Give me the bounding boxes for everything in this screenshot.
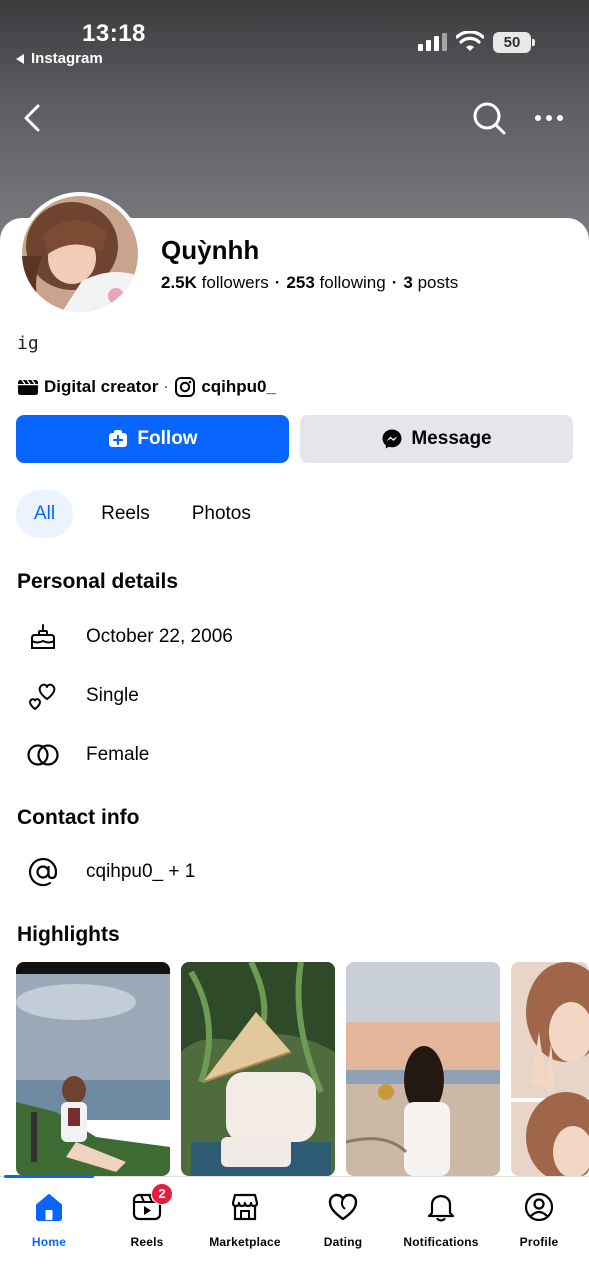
clapperboard-icon [18,379,38,395]
gender-text: Female [86,744,150,765]
following-label[interactable]: following [320,273,386,292]
personal-details-title: Personal details [17,570,179,593]
battery-level: 50 [493,32,531,53]
back-chevron-icon[interactable] [18,100,48,136]
birthday-text: October 22, 2006 [86,626,233,647]
at-sign-icon [24,853,62,891]
nav-dating[interactable]: Dating [294,1177,392,1280]
detail-gender: Female [24,735,149,775]
bottom-navigation: Home 2 Reels Marketplace Dating Notifica… [0,1175,589,1280]
posts-label: posts [417,273,459,292]
home-icon [33,1191,65,1223]
nav-profile[interactable]: Profile [490,1177,588,1280]
signal-icon [418,33,447,51]
highlight-photo [181,962,335,1176]
marketplace-icon [229,1191,261,1223]
following-count[interactable]: 253 [286,273,314,292]
highlight-photo [346,962,500,1176]
profile-tabs: All Reels Photos [16,490,269,538]
highlight-photo [511,962,589,1176]
separator-dot: · [274,273,281,292]
nav-notifications[interactable]: Notifications [392,1177,490,1280]
nav-dating-label: Dating [323,1235,363,1249]
category-label: Digital creator [44,377,159,396]
gender-icon [24,736,62,774]
battery-indicator: 50 [493,32,535,53]
reels-badge: 2 [151,1183,173,1205]
profile-bio: ig [17,333,39,354]
nav-profile-label: Profile [519,1235,559,1249]
follow-button[interactable]: Follow [16,415,289,463]
status-bar: 13:18 Instagram 50 [0,0,589,80]
nav-reels[interactable]: 2 Reels [98,1177,196,1280]
message-label: Message [411,428,492,449]
profile-stats: 2.5K followers · 253 following · 3 posts [161,273,458,293]
nav-home-label: Home [31,1235,67,1249]
highlights-carousel [16,962,589,1176]
instagram-handle-link[interactable]: cqihpu0_ [201,377,276,397]
highlight-item[interactable] [16,962,170,1176]
nav-home[interactable]: Home [0,1177,98,1280]
battery-cap [532,39,535,46]
birthday-cake-icon [24,618,62,656]
message-button[interactable]: Message [300,415,573,463]
bell-icon [425,1191,457,1223]
nav-marketplace-label: Marketplace [209,1235,281,1249]
tab-photos[interactable]: Photos [174,490,269,538]
back-to-app-link[interactable]: Instagram [16,50,103,67]
instagram-icon [175,377,196,397]
detail-contact[interactable]: cqihpu0_ + 1 [24,852,195,892]
meta-separator: · [164,380,169,394]
profile-name: Quỳnhh [161,235,260,265]
wifi-icon [456,31,484,51]
highlight-item[interactable] [346,962,500,1176]
separator-dot: · [391,273,398,292]
followers-label[interactable]: followers [202,273,269,292]
profile-meta-row: Digital creator · cqihpu0_ [17,374,276,400]
relationship-text: Single [86,685,139,706]
status-time: 13:18 [82,20,146,47]
avatar-photo [22,196,138,312]
highlight-photo [16,962,170,1176]
posts-count: 3 [403,273,413,292]
detail-relationship: Single [24,676,139,716]
add-friend-icon [109,430,128,447]
highlight-item[interactable] [181,962,335,1176]
back-triangle-icon [16,53,24,64]
profile-avatar[interactable] [18,192,142,316]
detail-birthday: October 22, 2006 [24,617,233,657]
nav-notifications-label: Notifications [403,1235,479,1249]
highlight-item[interactable] [511,962,589,1176]
contact-text: cqihpu0_ + 1 [86,861,196,882]
tab-all[interactable]: All [16,490,74,538]
back-app-label: Instagram [31,50,103,67]
followers-count[interactable]: 2.5K [161,273,197,292]
more-options-icon[interactable] [533,108,565,128]
highlights-title: Highlights [17,923,120,946]
nav-reels-label: Reels [130,1235,164,1249]
messenger-icon [382,429,402,449]
nav-marketplace[interactable]: Marketplace [196,1177,294,1280]
follow-label: Follow [137,428,198,449]
profile-icon [523,1191,555,1223]
hearts-icon [24,677,62,715]
reels-icon: 2 [131,1183,173,1223]
contact-info-title: Contact info [17,806,140,829]
dating-heart-icon [327,1191,359,1223]
tab-reels[interactable]: Reels [83,490,168,538]
search-icon[interactable] [471,100,507,136]
